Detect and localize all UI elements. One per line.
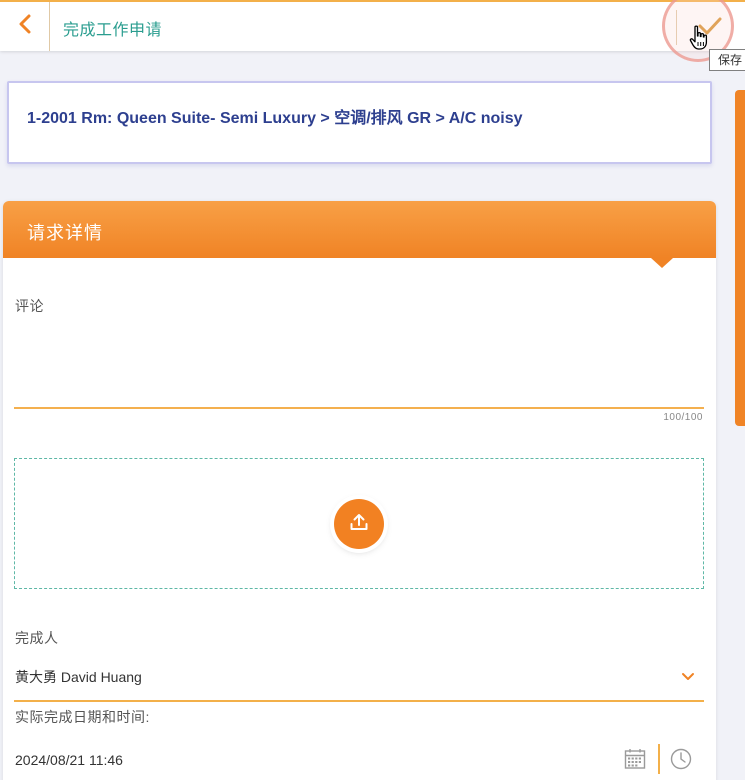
scrollbar[interactable]	[735, 90, 745, 426]
comment-label: 评论	[15, 298, 44, 314]
comment-input[interactable]	[14, 323, 704, 409]
calendar-icon[interactable]	[623, 747, 647, 771]
char-counter: 100/100	[663, 412, 703, 423]
chevron-down-icon	[680, 670, 696, 684]
page-title: 完成工作申请	[63, 22, 163, 39]
request-path: 1-2001 Rm: Queen Suite- Semi Luxury > 空调…	[27, 110, 523, 127]
request-path-card: 1-2001 Rm: Queen Suite- Semi Luxury > 空调…	[7, 81, 712, 164]
datetime-label: 实际完成日期和时间:	[15, 709, 150, 725]
page: 完成工作申请 保存 1-2001 Rm: Queen Suite- Semi L…	[0, 0, 745, 780]
upload-icon	[347, 510, 371, 539]
datetime-value[interactable]: 2024/08/21 11:46	[15, 752, 123, 768]
upload-button[interactable]	[334, 499, 384, 549]
details-header-notch	[651, 258, 673, 268]
details-header[interactable]: 请求详情	[3, 201, 716, 258]
datetime-divider	[658, 744, 660, 774]
hand-cursor-icon	[689, 25, 711, 51]
completer-select[interactable]: 黄大勇 David Huang	[14, 660, 704, 702]
clock-icon[interactable]	[669, 747, 693, 771]
save-tooltip: 保存	[709, 49, 745, 71]
request-details-card: 请求详情 评论 100/100 完成人 黄大勇 David Huang 实际完成…	[3, 201, 716, 780]
app-header: 完成工作申请	[0, 0, 745, 62]
chevron-left-icon	[18, 14, 32, 39]
completer-value: 黄大勇 David Huang	[15, 669, 142, 685]
details-title: 请求详情	[27, 223, 103, 243]
completer-label: 完成人	[15, 630, 59, 646]
back-button[interactable]	[0, 2, 50, 51]
